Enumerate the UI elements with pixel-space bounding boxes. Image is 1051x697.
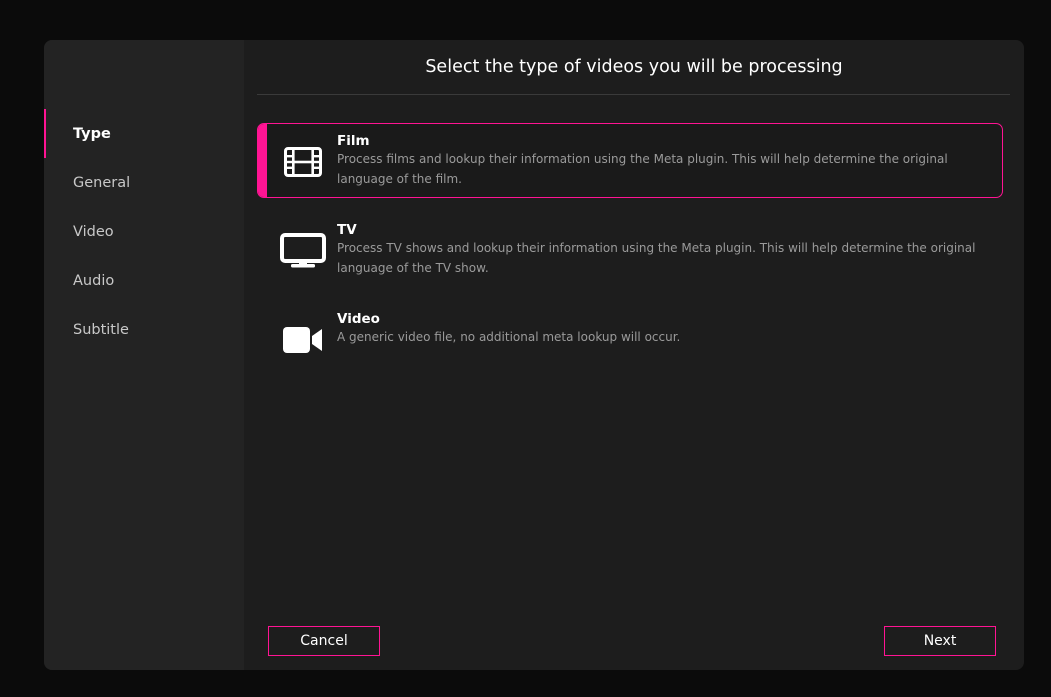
- video-type-options: Film Process films and lookup their info…: [257, 123, 1003, 390]
- option-film-text: Film Process films and lookup their info…: [337, 133, 988, 189]
- option-video[interactable]: Video A generic video file, no additiona…: [257, 301, 1003, 376]
- option-label: Film: [337, 133, 370, 149]
- option-label: Video: [337, 311, 380, 327]
- step-video[interactable]: Video: [44, 207, 244, 256]
- step-audio[interactable]: Audio: [44, 256, 244, 305]
- option-tv[interactable]: TV Process TV shows and lookup their inf…: [257, 212, 1003, 287]
- step-subtitle[interactable]: Subtitle: [44, 305, 244, 354]
- wizard-sidebar: Type General Video Audio Subtitle: [44, 40, 244, 670]
- option-description: A generic video file, no additional meta…: [337, 330, 681, 344]
- option-description: Process films and lookup their informati…: [337, 152, 948, 186]
- next-button[interactable]: Next: [884, 626, 996, 656]
- film-icon: [280, 144, 326, 180]
- tv-icon: [280, 233, 326, 269]
- option-tv-text: TV Process TV shows and lookup their inf…: [337, 222, 988, 278]
- option-video-text: Video A generic video file, no additiona…: [337, 311, 988, 348]
- step-general[interactable]: General: [44, 158, 244, 207]
- step-type[interactable]: Type: [44, 109, 244, 158]
- title-divider: [257, 94, 1010, 95]
- wizard-dialog: Type General Video Audio Subtitle Select…: [44, 40, 1024, 670]
- video-camera-icon: [280, 322, 326, 358]
- option-label: TV: [337, 222, 357, 238]
- cancel-button[interactable]: Cancel: [268, 626, 380, 656]
- option-film[interactable]: Film Process films and lookup their info…: [257, 123, 1003, 198]
- page-title: Select the type of videos you will be pr…: [425, 57, 843, 77]
- wizard-content: Select the type of videos you will be pr…: [244, 40, 1024, 670]
- option-description: Process TV shows and lookup their inform…: [337, 241, 976, 275]
- step-nav: Type General Video Audio Subtitle: [44, 109, 244, 354]
